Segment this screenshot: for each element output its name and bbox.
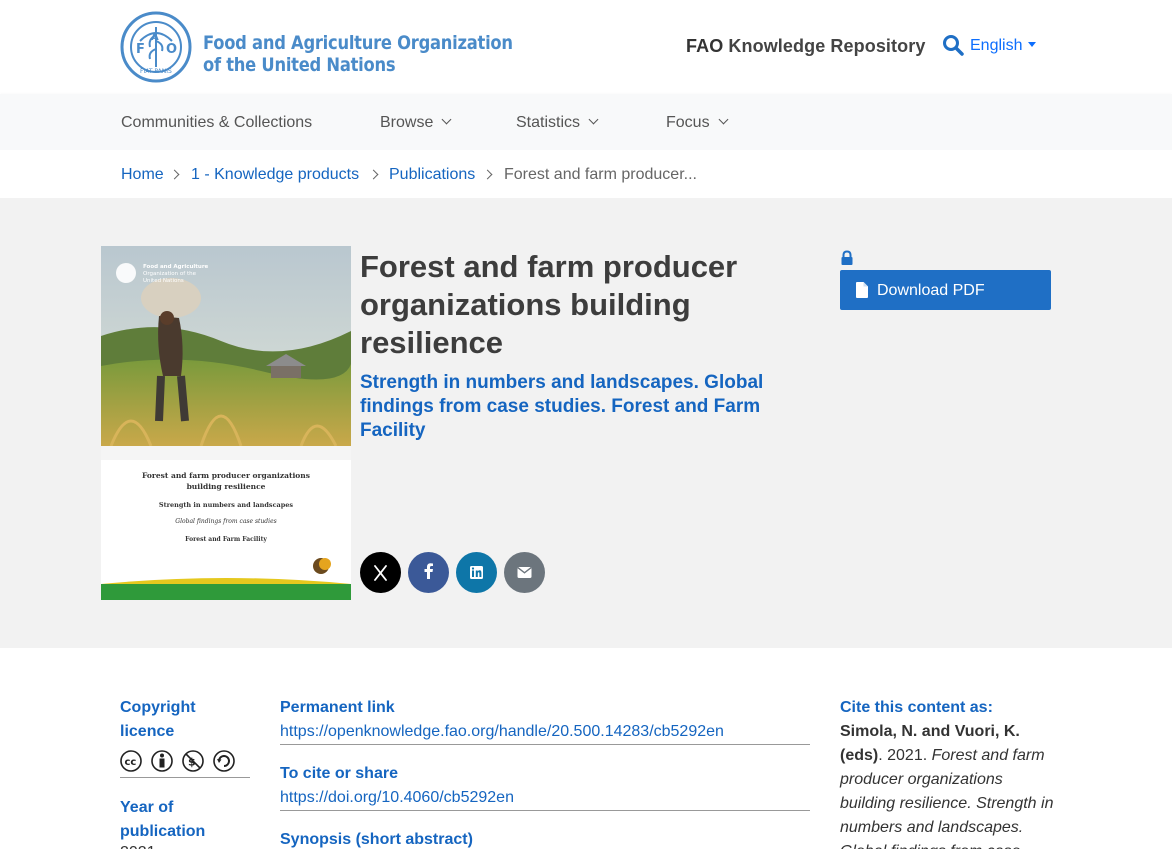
nav-browse[interactable]: Browse	[380, 114, 452, 132]
cover-image: Food and Agriculture Organization of the…	[101, 246, 351, 600]
org-name-line2: of the United Nations	[203, 54, 396, 76]
download-pdf-button[interactable]: Download PDF	[840, 270, 1051, 310]
nav-statistics[interactable]: Statistics	[516, 114, 599, 132]
cover-thumbnail[interactable]: Food and Agriculture Organization of the…	[101, 246, 351, 600]
item-subtitle: Strength in numbers and landscapes. Glob…	[360, 372, 764, 441]
breadcrumb-knowledge-products[interactable]: 1 - Knowledge products	[191, 166, 359, 184]
svg-text:F: F	[136, 42, 145, 57]
org-name[interactable]: Food and Agriculture Organization of the…	[203, 32, 513, 76]
chevron-down-icon	[718, 114, 729, 125]
synopsis-label: Synopsis (short abstract)	[280, 831, 473, 848]
nav-item-label: Communities & Collections	[121, 114, 313, 131]
repo-name: Knowledge Repository	[728, 36, 926, 56]
share-linkedin-button[interactable]	[456, 552, 497, 593]
chevron-right-icon	[169, 169, 180, 180]
facebook-icon	[424, 563, 433, 579]
nav-communities-collections[interactable]: Communities & Collections	[121, 114, 312, 132]
cite-share-label: To cite or share	[280, 765, 398, 782]
svg-text:United Nations: United Nations	[143, 278, 184, 284]
share-facebook-button[interactable]	[408, 552, 449, 593]
breadcrumb-publications[interactable]: Publications	[389, 166, 475, 184]
x-icon	[374, 565, 387, 581]
item-hero: Food and Agriculture Organization of the…	[0, 198, 1172, 648]
breadcrumb-current: Forest and farm producer...	[504, 166, 697, 183]
svg-text:cc: cc	[125, 757, 137, 768]
permanent-link-label: Permanent link	[280, 699, 395, 716]
copyright-licence-label: Copyright licence	[120, 699, 196, 740]
cc-license-icons[interactable]: cc $	[120, 748, 250, 778]
svg-text:Organization of the: Organization of the	[143, 271, 197, 277]
citation-year: . 2021.	[878, 747, 932, 764]
cite-label: Cite this content as:	[840, 699, 993, 716]
linkedin-icon	[470, 566, 483, 579]
citation-text: Simola, N. and Vuori, K. (eds). 2021. Fo…	[840, 720, 1060, 849]
svg-text:Forest and Farm Facility: Forest and Farm Facility	[185, 536, 267, 543]
chevron-down-icon	[588, 114, 599, 125]
download-pdf-label: Download PDF	[877, 282, 985, 299]
nav-focus[interactable]: Focus	[666, 114, 729, 132]
year-label: Year of publication	[120, 799, 206, 840]
nav-item-label: Focus	[666, 114, 710, 131]
svg-text:O: O	[166, 42, 177, 57]
language-dropdown[interactable]: English	[970, 37, 1037, 55]
metadata-middle-column: Permanent link https://openknowledge.fao…	[280, 696, 810, 849]
nav-item-label: Statistics	[516, 114, 581, 131]
share-x-button[interactable]	[360, 552, 401, 593]
repository-title[interactable]: FAO Knowledge Repository	[686, 36, 925, 57]
caret-down-icon	[1028, 42, 1037, 47]
file-icon	[856, 282, 868, 298]
nav-item-label: Browse	[380, 114, 434, 131]
breadcrumb-home[interactable]: Home	[121, 166, 164, 184]
svg-text:A: A	[151, 32, 159, 43]
svg-text:FIAT PANIS: FIAT PANIS	[140, 68, 172, 75]
share-email-button[interactable]	[504, 552, 545, 593]
fao-logo-icon[interactable]: F O A FIAT PANIS	[120, 11, 192, 83]
main-nav: Communities & Collections Browse Statist…	[0, 94, 1172, 150]
svg-text:Strength in numbers and landsc: Strength in numbers and landscapes	[159, 501, 294, 509]
year-value: 2021	[120, 844, 250, 849]
metadata-left-column: Copyright licence cc $ Year of publicati…	[120, 696, 250, 849]
email-icon	[517, 567, 532, 578]
language-label: English	[970, 37, 1023, 54]
chevron-down-icon	[441, 114, 452, 125]
lock-icon	[841, 250, 853, 265]
citation-column: Cite this content as: Simola, N. and Vuo…	[840, 696, 1060, 849]
chevron-right-icon	[368, 169, 379, 180]
item-title: Forest and farm producer organizations b…	[360, 249, 738, 360]
creative-commons-icon: cc $	[120, 750, 235, 772]
svg-text:Food and Agriculture: Food and Agriculture	[143, 264, 209, 270]
breadcrumb: Home 1 - Knowledge products Publications…	[0, 150, 1172, 198]
chevron-right-icon	[482, 169, 493, 180]
org-name-line1: Food and Agriculture Organization	[203, 32, 513, 54]
svg-text:building resilience: building resilience	[187, 482, 266, 491]
svg-text:Forest and farm producer organ: Forest and farm producer organizations	[142, 471, 310, 480]
doi-link[interactable]: https://doi.org/10.4060/cb5292en	[280, 786, 810, 811]
site-header: F O A FIAT PANIS Food and Agriculture Or…	[0, 0, 1172, 94]
item-metadata: Copyright licence cc $ Year of publicati…	[0, 648, 1172, 849]
repo-prefix: FAO	[686, 36, 724, 56]
search-icon[interactable]	[942, 34, 964, 56]
permanent-link[interactable]: https://openknowledge.fao.org/handle/20.…	[280, 720, 810, 745]
svg-text:Global findings from case stud: Global findings from case studies	[175, 518, 276, 525]
